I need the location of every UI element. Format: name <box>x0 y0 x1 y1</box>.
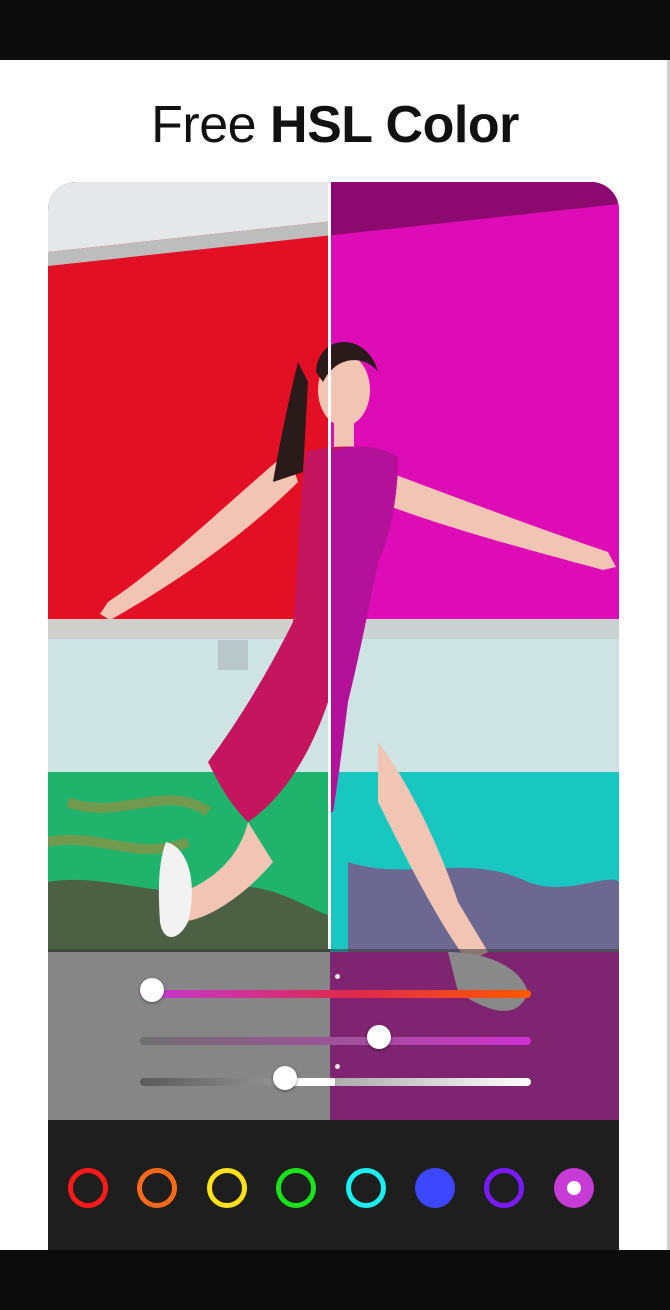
swatch-green[interactable] <box>276 1168 317 1208</box>
title-regular-text: Free <box>151 96 271 154</box>
title-bold-text: HSL Color <box>270 96 519 154</box>
page-title: Free HSL Color <box>0 95 670 155</box>
hue-slider-thumb[interactable] <box>139 978 164 1002</box>
photo-preview-card <box>48 182 619 1250</box>
split-divider-line[interactable] <box>328 182 331 949</box>
selected-indicator-dot <box>566 1181 581 1195</box>
hsl-slider-panel <box>48 949 619 1120</box>
swatch-purple[interactable] <box>484 1168 525 1208</box>
saturation-slider-track[interactable] <box>140 1037 531 1045</box>
luminance-center-marker <box>335 1064 340 1069</box>
swatch-magenta[interactable] <box>553 1168 594 1208</box>
swatch-orange[interactable] <box>137 1168 178 1208</box>
swatch-yellow[interactable] <box>206 1168 247 1208</box>
hue-slider-track[interactable] <box>140 990 531 998</box>
swatch-aqua[interactable] <box>345 1168 386 1208</box>
color-swatch-bar <box>48 1120 619 1250</box>
luminance-slider-thumb[interactable] <box>272 1066 297 1090</box>
luminance-slider-track[interactable] <box>140 1078 531 1086</box>
saturation-slider-thumb[interactable] <box>366 1025 391 1049</box>
swatch-red[interactable] <box>68 1168 108 1208</box>
bottom-black-bar <box>0 1250 670 1310</box>
top-black-bar <box>0 0 670 60</box>
hue-center-marker <box>335 974 340 979</box>
swatch-blue[interactable] <box>415 1168 455 1208</box>
